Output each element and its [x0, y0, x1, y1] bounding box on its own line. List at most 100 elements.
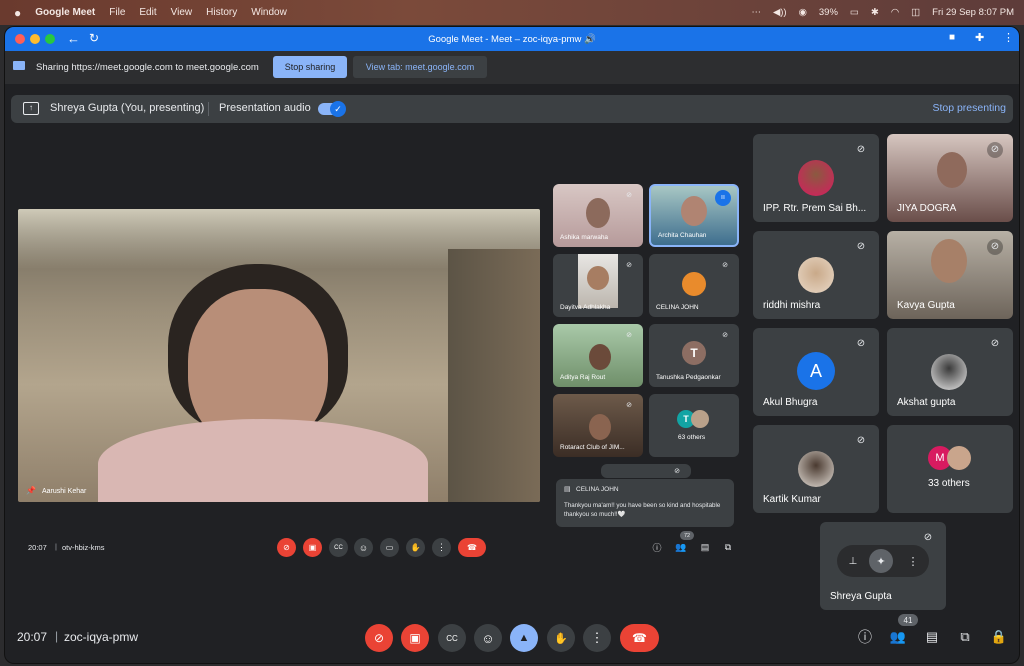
present-icon: ↑: [23, 102, 39, 115]
participant-kartik: ⊘ Kartik Kumar: [753, 425, 879, 513]
thumb-avatar: [682, 272, 706, 296]
chat-icon[interactable]: ▤: [923, 628, 941, 646]
apple-icon[interactable]: ●: [14, 6, 21, 20]
mic-off-icon: ⊘: [722, 262, 728, 269]
door-frame: [448, 249, 540, 502]
raise-hand-button[interactable]: ✋: [547, 624, 575, 652]
participant-kavya: ⊘ Kavya Gupta: [887, 231, 1013, 319]
control-center-icon[interactable]: ◫: [911, 7, 920, 18]
person-body: [98, 419, 428, 502]
nested-activities-icon[interactable]: ⧉: [722, 541, 734, 553]
participant-avatar: [931, 354, 967, 390]
presenter-name: Shreya Gupta (You, presenting): [50, 102, 205, 114]
zoom-window-button[interactable]: [45, 34, 55, 44]
participant-others[interactable]: M 33 others: [887, 425, 1013, 513]
more-options-button[interactable]: ⋮: [583, 624, 611, 652]
thumb-face: [589, 414, 611, 440]
sharing-bar: Sharing https://meet.google.com to meet.…: [5, 51, 1019, 84]
participant-face: [937, 152, 967, 188]
nested-people-icon[interactable]: 👥: [675, 541, 687, 553]
effects-icon[interactable]: ✦: [869, 549, 893, 573]
mic-off-icon: ⊘: [856, 338, 866, 349]
nested-separator: |: [55, 542, 57, 551]
nested-camera-button[interactable]: ▣: [303, 538, 322, 557]
stop-sharing-button[interactable]: Stop sharing: [273, 56, 347, 78]
people-badge: 41: [898, 614, 918, 626]
mic-off-icon: ⊘: [722, 332, 728, 339]
nested-hangup-button[interactable]: ☎: [458, 538, 486, 557]
thumb-name: 63 others: [678, 434, 706, 441]
extensions-icon[interactable]: ✚: [975, 31, 984, 44]
emoji-button[interactable]: ☺: [474, 624, 502, 652]
thumb-dayitva: ⊘ Dayitva Adhlakha: [553, 254, 643, 317]
chat-icon: ▤: [564, 486, 571, 493]
participant-avatar-photo: [947, 446, 971, 470]
meeting-time: 20:07: [17, 630, 48, 644]
camera-button[interactable]: ▣: [401, 624, 429, 652]
mic-button[interactable]: ⊘: [365, 624, 393, 652]
nested-info-icon[interactable]: ⓘ: [651, 541, 663, 553]
people-icon[interactable]: 👥: [889, 628, 907, 646]
participant-name: Kartik Kumar: [763, 494, 821, 505]
nested-mic-button[interactable]: ⊘: [277, 538, 296, 557]
self-hover-controls: ⊥ ✦ ⋮: [837, 545, 929, 577]
close-window-button[interactable]: [15, 34, 25, 44]
chat-notification[interactable]: ▤ CELINA JOHN Thankyou ma'am!! you have …: [556, 479, 734, 527]
view-tab-button[interactable]: View tab: meet.google.com: [353, 56, 487, 78]
presentation-audio-toggle[interactable]: ✓: [318, 101, 346, 117]
camera-icon[interactable]: ■: [949, 32, 955, 43]
nested-raise-hand-button[interactable]: ✋: [406, 538, 425, 557]
wifi-icon[interactable]: ◠: [891, 7, 899, 18]
nested-code: otv-hbiz-kms: [62, 543, 105, 552]
nested-chat-icon[interactable]: ▤: [699, 541, 711, 553]
menu-file[interactable]: File: [109, 7, 125, 18]
thumb-tanushka: T ⊘ Tanushka Pedgaonkar: [649, 324, 739, 387]
hangup-button[interactable]: ☎: [620, 624, 659, 652]
media-icon[interactable]: ◉: [799, 7, 807, 18]
participant-face: [931, 239, 967, 283]
reload-icon[interactable]: ↻: [89, 31, 99, 45]
thumb-name: Archita Chauhan: [658, 232, 707, 239]
volume-icon[interactable]: ◀)): [773, 7, 787, 18]
pin-icon[interactable]: 📌: [26, 486, 36, 495]
pin-icon[interactable]: ⊥: [845, 553, 861, 569]
info-icon[interactable]: ⓘ: [856, 628, 874, 646]
browser-window: ← ↻ Google Meet - Meet – zoc-iqya-pmw 🔊 …: [5, 27, 1019, 663]
nested-people-badge: 72: [680, 531, 694, 540]
nested-captions-button[interactable]: CC: [329, 538, 348, 557]
participant-avatar: [798, 160, 834, 196]
nested-more-button[interactable]: ⋮: [432, 538, 451, 557]
more-menu-icon[interactable]: ⋮: [1003, 31, 1014, 44]
menu-view[interactable]: View: [171, 7, 193, 18]
host-controls-icon[interactable]: 🔒: [990, 628, 1008, 646]
datetime[interactable]: Fri 29 Sep 8:07 PM: [932, 7, 1014, 18]
battery-icon: ▭: [849, 7, 859, 18]
back-icon[interactable]: ←: [67, 31, 80, 46]
presentation-audio-label: Presentation audio: [219, 102, 311, 114]
more-options-icon[interactable]: ⋮: [905, 553, 921, 569]
thumb-name: Ashika marwaha: [560, 234, 609, 241]
mic-off-icon: ⊘: [626, 262, 632, 269]
sharing-icon: [13, 61, 25, 70]
menu-window[interactable]: Window: [251, 7, 287, 18]
menu-edit[interactable]: Edit: [139, 7, 156, 18]
minimize-window-button[interactable]: [30, 34, 40, 44]
thumb-name: Rotaract Club of JIM...: [560, 444, 625, 451]
present-button[interactable]: ▲: [510, 624, 538, 652]
nested-present-button[interactable]: ▭: [380, 538, 399, 557]
mic-off-icon: ⊘: [674, 468, 680, 475]
nested-emoji-button[interactable]: ☺: [354, 538, 373, 557]
bluetooth-icon[interactable]: ✱: [871, 7, 879, 18]
mic-off-icon: ⊘: [856, 241, 866, 252]
participant-akul: A ⊘ Akul Bhugra: [753, 328, 879, 416]
stop-presenting-link[interactable]: Stop presenting: [932, 102, 1006, 114]
thumb-name: Tanushka Pedgaonkar: [656, 374, 721, 381]
menu-history[interactable]: History: [206, 7, 237, 18]
control-icon[interactable]: ⋯: [751, 7, 761, 18]
mic-off-icon: ⊘: [626, 192, 632, 199]
battery-percent[interactable]: 39%: [819, 7, 838, 18]
captions-button[interactable]: CC: [438, 624, 466, 652]
app-menu[interactable]: Google Meet: [35, 7, 95, 18]
activities-icon[interactable]: ⧉: [956, 628, 974, 646]
mic-off-icon: ⊘: [987, 239, 1003, 255]
